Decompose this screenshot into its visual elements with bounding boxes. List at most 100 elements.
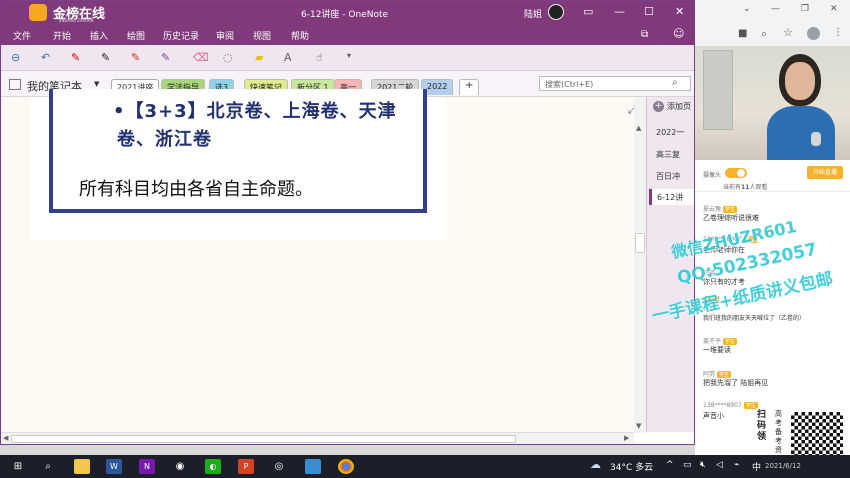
weather-text[interactable]: 34°C 多云 [610,460,653,473]
viewers-prefix: 当前有 [723,184,742,191]
restore-icon[interactable]: ▭ [583,5,593,18]
menu-draw[interactable]: 绘图 [127,29,145,42]
chat-message: 声音小 [703,412,724,420]
camera-label: 摄像头 [703,172,722,179]
chat-message: 我们班我的朋友天天喊垃了（乙卷的） [703,315,806,322]
chrome-icon[interactable] [338,459,354,474]
search-box[interactable]: 搜索(Ctrl+E) ⌕ [539,76,691,91]
webcam-feed [695,46,850,160]
page-item-senior3[interactable]: 高三复 [656,149,694,160]
menu-help[interactable]: 帮助 [291,29,309,42]
search-icon[interactable]: ⌕ [672,77,678,88]
toggle-knob [737,169,745,177]
window-title: 6-12讲座 - OneNote [301,10,389,20]
profile-icon[interactable] [807,27,820,40]
app-icon[interactable] [305,459,321,474]
back-icon[interactable]: ⊖ [11,51,20,64]
page-item-6-12[interactable]: 6-12讲 [657,192,683,203]
network-icon[interactable]: ⌁ [734,460,739,470]
menu-review[interactable]: 审阅 [216,29,234,42]
pen-red-icon[interactable]: ✎ [71,51,80,64]
add-section-button[interactable]: + [459,79,480,95]
close-icon[interactable]: ✕ [675,5,684,18]
chevron-down-icon[interactable]: ⌄ [743,4,751,14]
onenote-window: 金榜在线 JINBANG ZAIXIAN 6-12讲座 - OneNote 陆姐… [0,0,695,445]
scroll-down-icon[interactable]: ▼ [636,422,641,430]
notebook-dropdown-icon[interactable]: ▼ [94,80,99,88]
viewers-suffix: 人观看 [749,184,768,191]
camera-toggle[interactable] [725,168,747,178]
word-icon[interactable]: W [106,459,122,474]
page-list-panel: + 添加页 2022一 高三复 百日冲 6-12讲 [646,97,694,432]
touch-icon[interactable]: ☝ [316,51,323,64]
slide-line-3: 所有科目均由各省自主命题。 [79,179,313,200]
scroll-thumb[interactable] [635,233,645,253]
lasso-icon[interactable]: ◌ [223,51,233,64]
search-placeholder: 搜索(Ctrl+E) [545,80,594,89]
powerpoint-icon[interactable]: P [238,459,254,474]
scroll-up-icon[interactable]: ▲ [636,124,641,132]
menu-home[interactable]: 开始 [53,29,71,42]
page-item-100days[interactable]: 百日冲 [656,171,694,182]
tray-chevron-icon[interactable]: ^ [666,460,674,470]
qq-icon[interactable]: ◉ [172,459,188,474]
chat-message: 一堆要读 [703,346,731,354]
onenote-icon[interactable]: N [139,459,155,474]
menu-history[interactable]: 历史记录 [163,29,199,42]
chat-message: 把我先溜了 陆姐再见 [703,379,769,387]
more-vert-icon[interactable]: ⋮ [833,27,843,38]
add-page-icon[interactable]: + [653,101,664,112]
wechat-icon[interactable]: ◐ [205,459,221,474]
background-shelf [703,50,733,130]
ime-indicator[interactable]: 中 [752,460,761,473]
page-canvas[interactable]: •【3+3】北京卷、上海卷、天津 卷、浙江卷 所有科目均由各省自主命题。 ⤢ [1,89,646,432]
weather-icon: ☁ [590,458,601,471]
undo-icon[interactable]: ↶ [41,51,50,64]
bookmark-icon[interactable]: ☆ [783,26,793,39]
minimize-icon[interactable]: — [771,4,780,14]
date-text[interactable]: 2021/6/12 [765,462,801,470]
start-stream-button[interactable]: 开始直播 [807,166,843,179]
ink-to-text-icon[interactable]: A [284,51,292,64]
menu-file[interactable]: 文件 [13,29,31,42]
volume-icon[interactable]: ◁ [716,460,723,470]
maximize-icon[interactable]: ☐ [644,5,654,18]
qr-side-text: 高考备考资 [775,410,782,454]
scroll-right-icon[interactable]: ▶ [624,434,629,442]
highlighter-icon[interactable]: ▰ [255,51,263,64]
restore-icon[interactable]: ❐ [801,4,809,14]
page-item-selected[interactable]: 6-12讲 [649,189,694,205]
vertical-scrollbar[interactable]: ▲ ▼ [634,97,646,433]
close-icon[interactable]: ✕ [830,4,838,14]
display-icon[interactable]: ▭ [683,460,692,470]
obs-icon[interactable]: ◎ [271,459,287,474]
eraser-icon[interactable]: ⌫ [193,51,209,64]
hscroll-thumb[interactable] [11,435,516,443]
pen-black-icon[interactable]: ✎ [101,51,110,64]
windows-taskbar: ⊞ ⌕ W N ◉ ◐ P ◎ ☁ 34°C 多云 ^ ▭ 🔇︎ ◁ ⌁ 中 2… [0,455,850,478]
logo-subtext: JINBANG ZAIXIAN [59,18,94,23]
search-icon[interactable]: ⌕ [40,459,56,474]
smiley-icon[interactable]: ☺ [673,27,684,40]
minimize-icon[interactable]: — [614,5,625,18]
user-name[interactable]: 陆姐 [524,7,542,20]
pen-purple-icon[interactable]: ✎ [161,51,170,64]
presenter-shirt [767,106,835,160]
page-item-2022[interactable]: 2022一 [656,127,694,138]
horizontal-scrollbar[interactable]: ◀ ▶ [1,432,634,444]
pen-red2-icon[interactable]: ✎ [131,51,140,64]
camera-icon[interactable]: ■ [738,28,747,39]
zoom-icon[interactable]: ⌕ [761,27,767,41]
draw-toolbar: ⊖ ↶ ✎ ✎ ✎ ✎ ⌫ ◌ ▰ A ☝ ▾ [1,45,694,71]
user-avatar[interactable] [548,4,564,20]
share-icon[interactable]: ⧉ [641,29,648,40]
windows-start-icon[interactable]: ⊞ [10,459,26,474]
more-icon[interactable]: ▾ [347,51,351,60]
menu-insert[interactable]: 插入 [90,29,108,42]
mute-icon[interactable]: 🔇︎ [700,460,706,470]
add-page-label[interactable]: 添加页 [667,101,691,112]
scroll-left-icon[interactable]: ◀ [3,434,8,442]
file-explorer-icon[interactable] [74,459,90,474]
slide-line-1: •【3+3】北京卷、上海卷、天津 [113,101,397,122]
menu-view[interactable]: 视图 [253,29,271,42]
